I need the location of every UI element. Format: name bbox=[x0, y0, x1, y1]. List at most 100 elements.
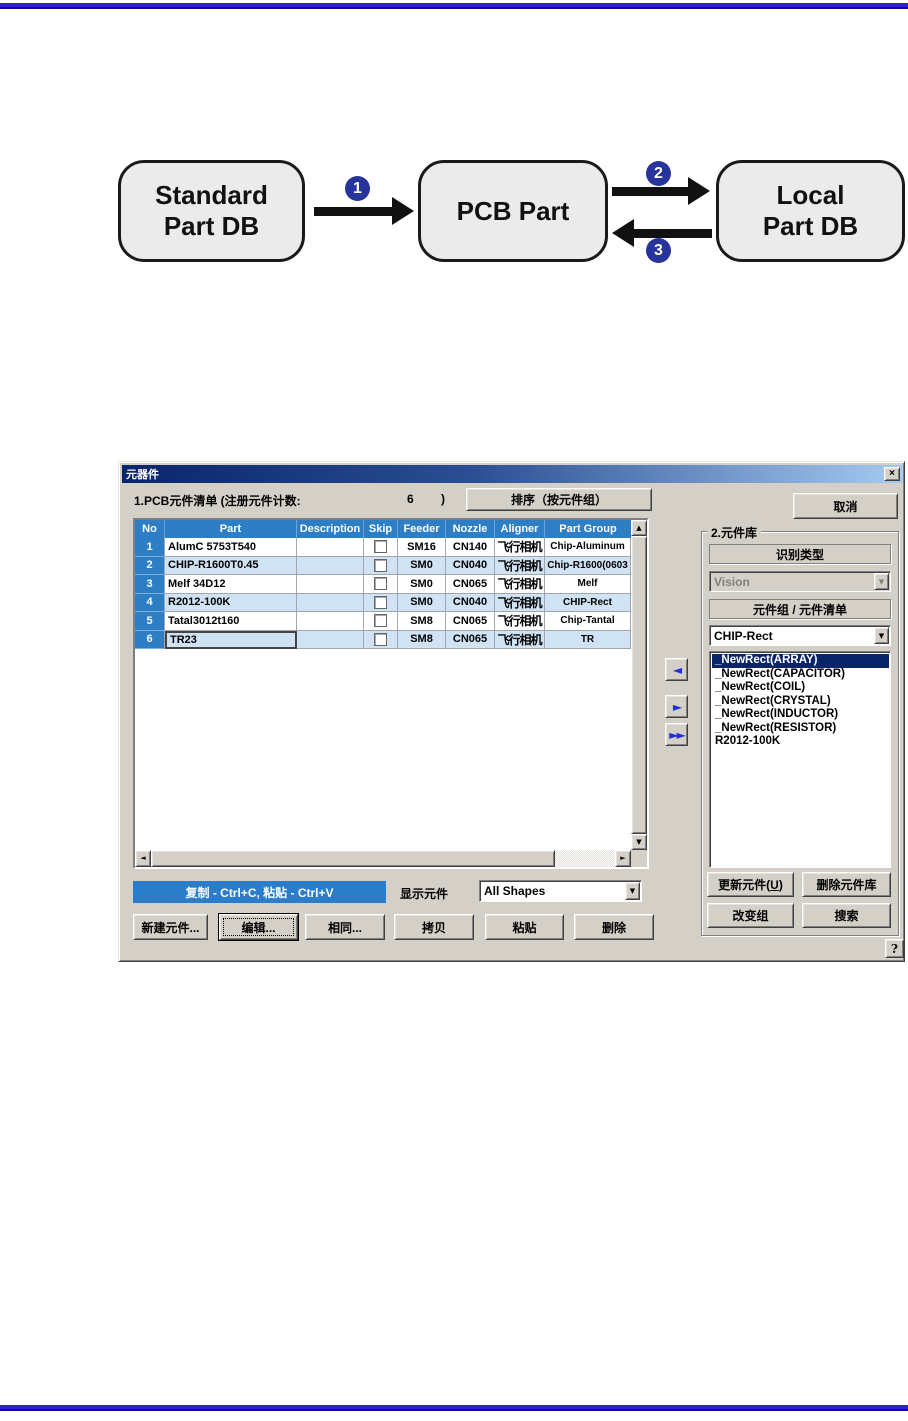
cell-no[interactable]: 4 bbox=[135, 593, 165, 612]
move-right-button[interactable]: ► bbox=[665, 695, 688, 718]
skip-checkbox[interactable] bbox=[374, 540, 387, 554]
library-list[interactable]: _NewRect(ARRAY) _NewRect(CAPACITOR) _NewRe… bbox=[709, 651, 891, 868]
cell-aligner[interactable]: 飞行相机 bbox=[495, 538, 545, 557]
col-header-nozzle[interactable]: Nozzle bbox=[446, 520, 495, 538]
delete-button[interactable]: 删除 bbox=[574, 914, 654, 940]
col-header-description[interactable]: Description bbox=[297, 520, 364, 538]
cell-group[interactable]: Chip-Tantal bbox=[545, 612, 631, 631]
table-row[interactable]: 6 TR23 SM8 CN065 飞行相机 TR bbox=[135, 630, 631, 649]
edit-button[interactable]: 编辑... bbox=[219, 914, 298, 940]
close-icon[interactable]: × bbox=[884, 467, 900, 481]
table-row[interactable]: 1 AlumC 5753T540 SM16 CN140 飞行相机 Chip-Aluminu… bbox=[135, 538, 631, 557]
cell-feeder[interactable]: SM8 bbox=[398, 612, 446, 631]
delete-library-button[interactable]: 删除元件库 bbox=[802, 872, 891, 897]
cell-nozzle[interactable]: CN065 bbox=[446, 630, 495, 649]
cancel-button[interactable]: 取消 bbox=[793, 493, 898, 519]
table-horizontal-scrollbar[interactable]: ◄ ► bbox=[135, 850, 631, 867]
cell-aligner[interactable]: 飞行相机 bbox=[495, 556, 545, 575]
scroll-left-icon[interactable]: ◄ bbox=[135, 850, 151, 867]
library-list-item[interactable]: _NewRect(COIL) bbox=[712, 681, 889, 695]
library-list-item[interactable]: _NewRect(CAPACITOR) bbox=[712, 668, 889, 682]
cell-desc[interactable] bbox=[297, 630, 364, 649]
cell-part[interactable]: Melf 34D12 bbox=[165, 575, 297, 594]
paste-button[interactable]: 粘贴 bbox=[485, 914, 564, 940]
cell-aligner[interactable]: 飞行相机 bbox=[495, 630, 545, 649]
table-row[interactable]: 4 R2012-100K SM0 CN040 飞行相机 CHIP-Rect bbox=[135, 593, 631, 612]
cell-feeder[interactable]: SM16 bbox=[398, 538, 446, 557]
skip-checkbox[interactable] bbox=[374, 558, 387, 572]
library-list-item[interactable]: _NewRect(RESISTOR) bbox=[712, 722, 889, 736]
cell-part[interactable]: R2012-100K bbox=[165, 593, 297, 612]
scroll-down-icon[interactable]: ▼ bbox=[631, 834, 647, 850]
library-list-item[interactable]: _NewRect(INDUCTOR) bbox=[712, 708, 889, 722]
cell-group[interactable]: Chip-Aluminum bbox=[545, 538, 631, 557]
col-header-part-group[interactable]: Part Group bbox=[545, 520, 631, 538]
table-row[interactable]: 5 Tatal3012t160 SM8 CN065 飞行相机 Chip-Tantal bbox=[135, 612, 631, 631]
help-button[interactable]: ? bbox=[885, 939, 904, 958]
cell-feeder[interactable]: SM0 bbox=[398, 593, 446, 612]
cell-part[interactable]: AlumC 5753T540 bbox=[165, 538, 297, 557]
col-header-aligner[interactable]: Aligner bbox=[495, 520, 545, 538]
cell-aligner[interactable]: 飞行相机 bbox=[495, 593, 545, 612]
chevron-down-icon[interactable]: ▼ bbox=[625, 882, 640, 900]
cell-group[interactable]: Melf bbox=[545, 575, 631, 594]
cell-part[interactable]: TR23 bbox=[165, 630, 297, 649]
col-header-no[interactable]: No bbox=[135, 520, 165, 538]
cell-part[interactable]: CHIP-R1600T0.45 bbox=[165, 556, 297, 575]
hscroll-thumb[interactable] bbox=[151, 850, 555, 867]
cell-nozzle[interactable]: CN040 bbox=[446, 593, 495, 612]
table-row[interactable]: 3 Melf 34D12 SM0 CN065 飞行相机 Melf bbox=[135, 575, 631, 594]
chevron-down-icon[interactable]: ▼ bbox=[874, 627, 889, 644]
dialog-titlebar[interactable]: 元器件 × bbox=[122, 465, 903, 483]
skip-checkbox[interactable] bbox=[374, 577, 387, 591]
vscroll-thumb[interactable] bbox=[631, 536, 647, 834]
sort-by-group-button[interactable]: 排序（按元件组） bbox=[466, 488, 652, 511]
cell-part[interactable]: Tatal3012t160 bbox=[165, 612, 297, 631]
part-group-dropdown[interactable]: CHIP-Rect ▼ bbox=[709, 625, 891, 646]
cell-desc[interactable] bbox=[297, 556, 364, 575]
cell-feeder[interactable]: SM8 bbox=[398, 630, 446, 649]
library-list-item[interactable]: R2012-100K bbox=[712, 735, 889, 749]
cell-no[interactable]: 2 bbox=[135, 556, 165, 575]
cell-no[interactable]: 5 bbox=[135, 612, 165, 631]
cell-nozzle[interactable]: CN140 bbox=[446, 538, 495, 557]
cell-group[interactable]: CHIP-Rect bbox=[545, 593, 631, 612]
change-group-button[interactable]: 改变组 bbox=[707, 903, 794, 928]
library-list-item[interactable]: _NewRect(CRYSTAL) bbox=[712, 695, 889, 709]
cell-aligner[interactable]: 飞行相机 bbox=[495, 575, 545, 594]
cell-desc[interactable] bbox=[297, 593, 364, 612]
cell-desc[interactable] bbox=[297, 538, 364, 557]
update-part-button[interactable]: 更新元件(U) bbox=[707, 872, 794, 897]
cell-group[interactable]: TR bbox=[545, 630, 631, 649]
shape-filter-dropdown[interactable]: All Shapes ▼ bbox=[479, 880, 642, 902]
library-list-item[interactable]: _NewRect(ARRAY) bbox=[712, 654, 889, 668]
cell-no[interactable]: 3 bbox=[135, 575, 165, 594]
col-header-part[interactable]: Part bbox=[165, 520, 297, 538]
move-left-button[interactable]: ◄ bbox=[665, 658, 688, 681]
search-button[interactable]: 搜索 bbox=[802, 903, 891, 928]
skip-checkbox[interactable] bbox=[374, 614, 387, 628]
move-all-right-button[interactable]: ►► bbox=[665, 723, 688, 746]
cell-nozzle[interactable]: CN065 bbox=[446, 612, 495, 631]
skip-checkbox[interactable] bbox=[374, 632, 387, 646]
cell-desc[interactable] bbox=[297, 575, 364, 594]
cell-aligner[interactable]: 飞行相机 bbox=[495, 612, 545, 631]
cell-nozzle[interactable]: CN065 bbox=[446, 575, 495, 594]
scroll-up-icon[interactable]: ▲ bbox=[631, 520, 647, 536]
cell-group[interactable]: Chip-R1600(0603 bbox=[545, 556, 631, 575]
cell-no[interactable]: 1 bbox=[135, 538, 165, 557]
table-row[interactable]: 2 CHIP-R1600T0.45 SM0 CN040 飞行相机 Chip-R1600(0… bbox=[135, 556, 631, 575]
scroll-right-icon[interactable]: ► bbox=[615, 850, 631, 867]
same-button[interactable]: 相同... bbox=[305, 914, 385, 940]
cell-feeder[interactable]: SM0 bbox=[398, 575, 446, 594]
copy-button[interactable]: 拷贝 bbox=[394, 914, 474, 940]
cell-no[interactable]: 6 bbox=[135, 630, 165, 649]
table-vertical-scrollbar[interactable]: ▲ ▼ bbox=[631, 520, 647, 850]
cell-nozzle[interactable]: CN040 bbox=[446, 556, 495, 575]
skip-checkbox[interactable] bbox=[374, 595, 387, 609]
col-header-skip[interactable]: Skip bbox=[364, 520, 398, 538]
cell-feeder[interactable]: SM0 bbox=[398, 556, 446, 575]
vision-dropdown[interactable]: Vision ▼ bbox=[709, 571, 891, 592]
cell-desc[interactable] bbox=[297, 612, 364, 631]
col-header-feeder[interactable]: Feeder bbox=[398, 520, 446, 538]
